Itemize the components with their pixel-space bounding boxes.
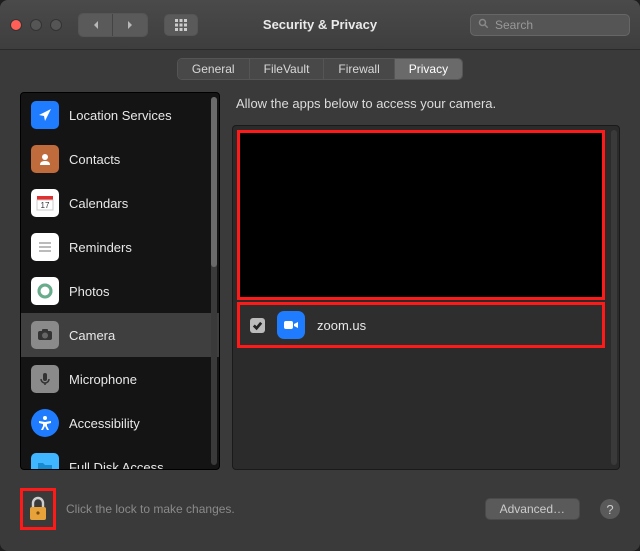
sidebar-scrollbar-thumb[interactable] [211, 97, 217, 267]
app-list[interactable]: zoom.us [232, 125, 620, 470]
preferences-window: Security & Privacy General FileVault Fir… [0, 0, 640, 551]
applist-scrollbar[interactable] [611, 130, 617, 465]
lock-icon[interactable] [27, 496, 49, 522]
permission-prompt: Allow the apps below to access your came… [232, 92, 620, 125]
content-pane: Allow the apps below to access your came… [232, 92, 620, 470]
help-button[interactable]: ? [600, 499, 620, 519]
advanced-button[interactable]: Advanced… [485, 498, 580, 520]
location-icon [31, 101, 59, 129]
sidebar-item-full-disk-access[interactable]: Full Disk Access [21, 445, 219, 469]
grid-icon [174, 18, 188, 32]
minimize-window-button[interactable] [30, 19, 42, 31]
window-controls [10, 19, 62, 31]
app-name-label: zoom.us [317, 318, 366, 333]
question-mark-icon: ? [606, 502, 613, 517]
sidebar-item-label: Photos [69, 284, 109, 299]
sidebar-item-label: Location Services [69, 108, 172, 123]
sidebar-item-label: Microphone [69, 372, 137, 387]
sidebar-item-camera[interactable]: Camera [21, 313, 219, 357]
forward-button[interactable] [113, 14, 147, 36]
search-icon [478, 18, 490, 30]
tab-privacy[interactable]: Privacy [395, 59, 462, 79]
show-all-button[interactable] [164, 14, 198, 36]
tabs: General FileVault Firewall Privacy [177, 58, 463, 80]
zoom-window-button[interactable] [50, 19, 62, 31]
chevron-right-icon [125, 20, 135, 30]
titlebar: Security & Privacy [0, 0, 640, 50]
search-wrap [470, 14, 630, 36]
app-checkbox[interactable] [250, 318, 265, 333]
calendar-icon: 17 [31, 189, 59, 217]
tab-firewall[interactable]: Firewall [324, 59, 394, 79]
tab-filevault[interactable]: FileVault [250, 59, 325, 79]
app-row-zoom[interactable]: zoom.us [237, 302, 605, 348]
folder-icon [31, 453, 59, 469]
sidebar-item-reminders[interactable]: Reminders [21, 225, 219, 269]
tab-bar: General FileVault Firewall Privacy [0, 50, 640, 92]
contacts-icon [31, 145, 59, 173]
sidebar-item-microphone[interactable]: Microphone [21, 357, 219, 401]
sidebar-item-photos[interactable]: Photos [21, 269, 219, 313]
mic-icon [31, 365, 59, 393]
sidebar-item-label: Calendars [69, 196, 128, 211]
footer: Click the lock to make changes. Advanced… [0, 484, 640, 530]
annotation-highlight-box [237, 130, 605, 300]
sidebar-item-contacts[interactable]: Contacts [21, 137, 219, 181]
search-input[interactable] [470, 14, 630, 36]
sidebar-item-label: Accessibility [69, 416, 140, 431]
camera-icon [31, 321, 59, 349]
sidebar-item-accessibility[interactable]: Accessibility [21, 401, 219, 445]
svg-text:17: 17 [41, 201, 50, 210]
category-sidebar[interactable]: Location Services Contacts 17 Calendars [20, 92, 220, 470]
chevron-left-icon [91, 20, 101, 30]
photos-icon [31, 277, 59, 305]
back-button[interactable] [79, 14, 113, 36]
sidebar-item-label: Camera [69, 328, 115, 343]
main-area: Location Services Contacts 17 Calendars [0, 92, 640, 484]
annotation-lock-highlight [20, 488, 56, 530]
reminders-icon [31, 233, 59, 261]
lock-hint-text: Click the lock to make changes. [66, 502, 235, 516]
sidebar-item-calendars[interactable]: 17 Calendars [21, 181, 219, 225]
sidebar-item-location-services[interactable]: Location Services [21, 93, 219, 137]
sidebar-item-label: Full Disk Access [69, 460, 164, 470]
sidebar-item-label: Reminders [69, 240, 132, 255]
sidebar-item-label: Contacts [69, 152, 120, 167]
tab-general[interactable]: General [178, 59, 250, 79]
nav-group [78, 13, 148, 37]
accessibility-icon [31, 409, 59, 437]
zoom-app-icon [277, 311, 305, 339]
checkmark-icon [252, 320, 263, 331]
close-window-button[interactable] [10, 19, 22, 31]
